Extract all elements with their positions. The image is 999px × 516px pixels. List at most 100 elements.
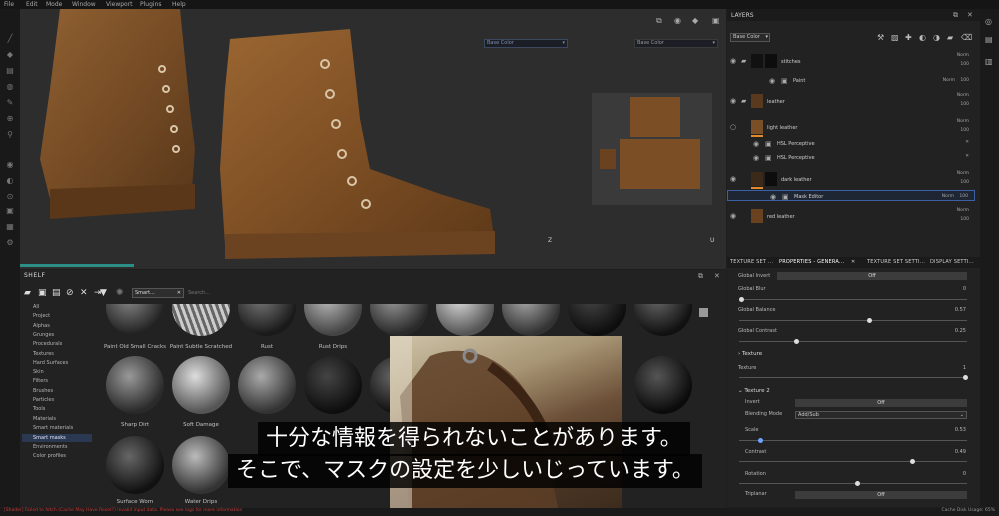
blend-mode[interactable]: Norm [957,171,969,176]
menu-viewport[interactable]: Viewport [106,1,133,8]
viewport-channel-select-left[interactable]: Base Color ▾ [484,39,568,48]
category-item[interactable]: Particles [33,397,54,403]
opacity-value[interactable]: 100 [960,102,969,107]
category-item[interactable]: Procedurals [33,341,62,347]
visibility-eye-icon[interactable]: ◉ [730,212,736,220]
layer-row[interactable]: ◉ ▰ leather Norm 100 [727,93,975,111]
category-item[interactable]: Alphas [33,323,50,329]
shelf-thumbnail[interactable] [304,304,362,336]
shelf-thumbnail[interactable] [238,356,296,414]
geometry-fill-icon[interactable]: ◍ [5,81,15,91]
close-icon[interactable]: ✕ [851,259,855,265]
layer-row[interactable]: ◉ dark leather Norm 100 [727,171,975,189]
screenshot-icon[interactable]: ▣ [712,16,720,25]
opacity-value[interactable]: 100 [960,62,969,67]
view-mode-icon[interactable]: ⧉ [656,16,662,26]
blend-mode[interactable]: Norm [957,208,969,213]
visibility-eye-icon[interactable]: ◉ [730,175,736,183]
material-picker-icon[interactable]: ⚲ [5,129,15,139]
close-icon[interactable]: ✕ [965,140,969,145]
category-item[interactable]: Brushes [33,388,53,394]
visibility-eye-icon[interactable]: ◉ [770,193,776,201]
visibility-eye-icon[interactable]: ○ [730,123,736,131]
bake-icon[interactable]: ◐ [5,175,15,185]
category-item[interactable]: Skin [33,369,44,375]
menu-file[interactable]: File [4,1,14,8]
history-panel-icon[interactable]: ▥ [985,57,993,66]
opacity-value[interactable]: 100 [960,217,969,222]
polygon-fill-icon[interactable]: ◉ [5,159,15,169]
visibility-eye-icon[interactable]: ◉ [769,77,775,85]
category-item[interactable]: Tools [33,406,45,412]
texture-slider[interactable] [739,375,968,380]
opacity-value[interactable]: 100 [959,194,968,199]
layer-row[interactable]: ◉ ▣ Paint Norm 100 [727,75,975,86]
close-icon[interactable]: ✕ [714,272,720,280]
clone-icon[interactable]: ⊕ [5,113,15,123]
float-icon[interactable]: ⧉ [953,11,958,20]
slider-knob[interactable] [739,297,744,302]
viewport[interactable]: Base Color ▾ Base Color ▾ ⧉ ◉ ◆ ▣ Z U [20,9,726,269]
measure-icon[interactable]: ⊙ [5,191,15,201]
close-icon[interactable]: ✕ [967,11,973,19]
category-item[interactable]: Grunges [33,332,54,338]
layer-row[interactable]: ◉ ▰ stitches Norm 100 [727,53,975,71]
invert-toggle[interactable]: Off [795,399,967,407]
opacity-value[interactable]: 100 [960,78,969,83]
import-icon[interactable]: ▣ [38,288,47,298]
hide-icon[interactable]: ⊘ [66,288,74,298]
texture-section-header[interactable]: › Texture [738,351,762,357]
funnel-icon[interactable]: ▼ [100,288,107,298]
layer-row[interactable]: ○ light leather Norm 100 [727,119,975,137]
category-item[interactable]: Filters [33,378,48,384]
save-icon[interactable]: ▤ [52,288,61,298]
blend-mode[interactable]: Norm [942,194,954,199]
close-icon[interactable]: ✕ [177,289,181,297]
tab-texture-set-settings[interactable]: TEXTURE SET SETTI... [867,259,925,265]
layer-row[interactable]: ◉ ▣ HSL Perceptive ✕ [727,152,975,163]
add-mask-icon[interactable]: ◐ [919,33,926,42]
layer-channel-select[interactable]: Base Color ▾ [730,33,770,42]
menu-window[interactable]: Window [72,1,96,8]
trash-icon[interactable]: ⌫ [961,33,972,42]
sync-icon[interactable]: ✺ [116,288,124,298]
ps-export-icon[interactable]: ▣ [5,205,15,215]
blend-mode[interactable]: Norm [943,78,955,83]
search-filter-chip[interactable]: Smart... ✕ [132,288,184,298]
viewport-channel-select-right[interactable]: Base Color ▾ [634,39,718,48]
folder-icon[interactable]: ▰ [24,288,31,298]
shelf-thumbnail[interactable] [568,304,626,336]
float-icon[interactable]: ⧉ [698,272,703,281]
mask-thumbnail[interactable] [765,54,777,68]
shelf-thumbnail[interactable] [238,304,296,336]
layer-row[interactable]: ◉ ▣ Mask Editor Norm 100 [727,190,975,201]
blend-mode[interactable]: Norm [957,53,969,58]
close-icon[interactable]: ✕ [965,154,969,159]
shelf-thumbnail[interactable] [370,304,428,336]
blend-mode[interactable]: Norm [957,93,969,98]
global-contrast-slider[interactable] [739,339,967,344]
blend-mode[interactable]: Norm [957,119,969,124]
layer-row[interactable]: ◉ ▣ HSL Perceptive ✕ [727,138,975,149]
delete-icon[interactable]: ✕ [80,288,88,298]
shelf-thumbnail[interactable] [106,304,164,336]
paint-brush-icon[interactable]: ╱ [5,33,15,43]
category-item[interactable]: Hard Surfaces [33,360,68,366]
camera-icon[interactable]: ◉ [674,16,681,25]
category-item[interactable]: Project [33,313,50,319]
shelf-thumbnail[interactable] [502,304,560,336]
shelf-thumbnail[interactable] [172,356,230,414]
visibility-eye-icon[interactable]: ◉ [753,154,759,162]
tools-icon[interactable]: ⚒ [877,33,884,42]
shelf-thumbnail[interactable] [172,304,230,336]
layer-row[interactable]: ◉ red leather Norm 100 [727,208,975,226]
tab-texture-set[interactable]: TEXTURE SET ... [730,259,773,265]
global-balance-slider[interactable] [739,318,967,323]
category-item[interactable]: Textures [33,351,54,357]
slider-knob[interactable] [963,375,968,380]
opacity-value[interactable]: 100 [960,180,969,185]
shelf-thumbnail[interactable] [634,304,692,336]
menu-edit[interactable]: Edit [26,1,38,8]
menu-plugins[interactable]: Plugins [140,1,162,8]
folder-icon[interactable]: ▰ [947,33,953,42]
